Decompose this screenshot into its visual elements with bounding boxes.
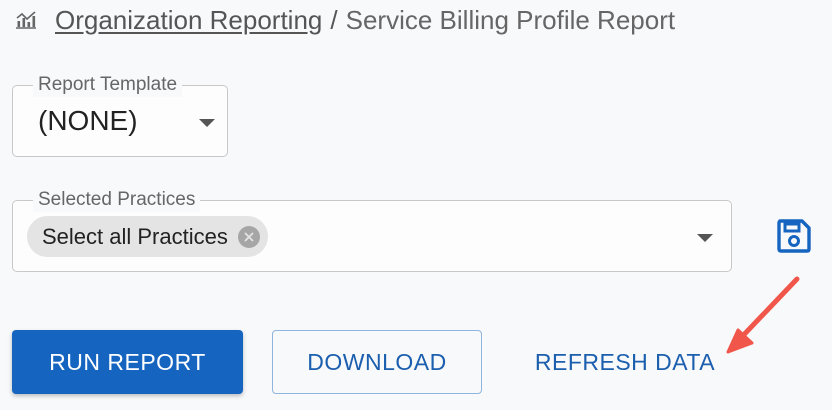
practice-chip[interactable]: Select all Practices bbox=[27, 216, 268, 257]
breadcrumb: Organization Reporting / Service Billing… bbox=[14, 2, 675, 38]
save-button[interactable] bbox=[774, 216, 814, 256]
breadcrumb-link-organization-reporting[interactable]: Organization Reporting bbox=[55, 5, 322, 36]
download-button[interactable]: DOWNLOAD bbox=[272, 330, 482, 394]
selected-practices-label: Selected Practices bbox=[33, 188, 201, 212]
page-title: Service Billing Profile Report bbox=[345, 4, 676, 35]
save-floppy-icon bbox=[777, 219, 811, 253]
chip-remove-icon[interactable] bbox=[237, 225, 260, 248]
analytics-chart-icon bbox=[14, 8, 38, 32]
refresh-data-button[interactable]: REFRESH DATA bbox=[510, 330, 740, 394]
report-template-select[interactable]: Report Template (NONE) bbox=[12, 73, 228, 157]
report-template-label: Report Template bbox=[33, 73, 183, 97]
chip-label: Select all Practices bbox=[42, 223, 228, 249]
chevron-down-icon[interactable] bbox=[697, 234, 713, 242]
report-template-value[interactable]: (NONE) bbox=[38, 105, 138, 137]
chevron-down-icon[interactable] bbox=[199, 119, 215, 127]
run-report-button[interactable]: RUN REPORT bbox=[12, 330, 243, 394]
breadcrumb-separator: / bbox=[330, 4, 338, 35]
selected-practices-select[interactable]: Selected Practices Select all Practices bbox=[12, 188, 732, 272]
